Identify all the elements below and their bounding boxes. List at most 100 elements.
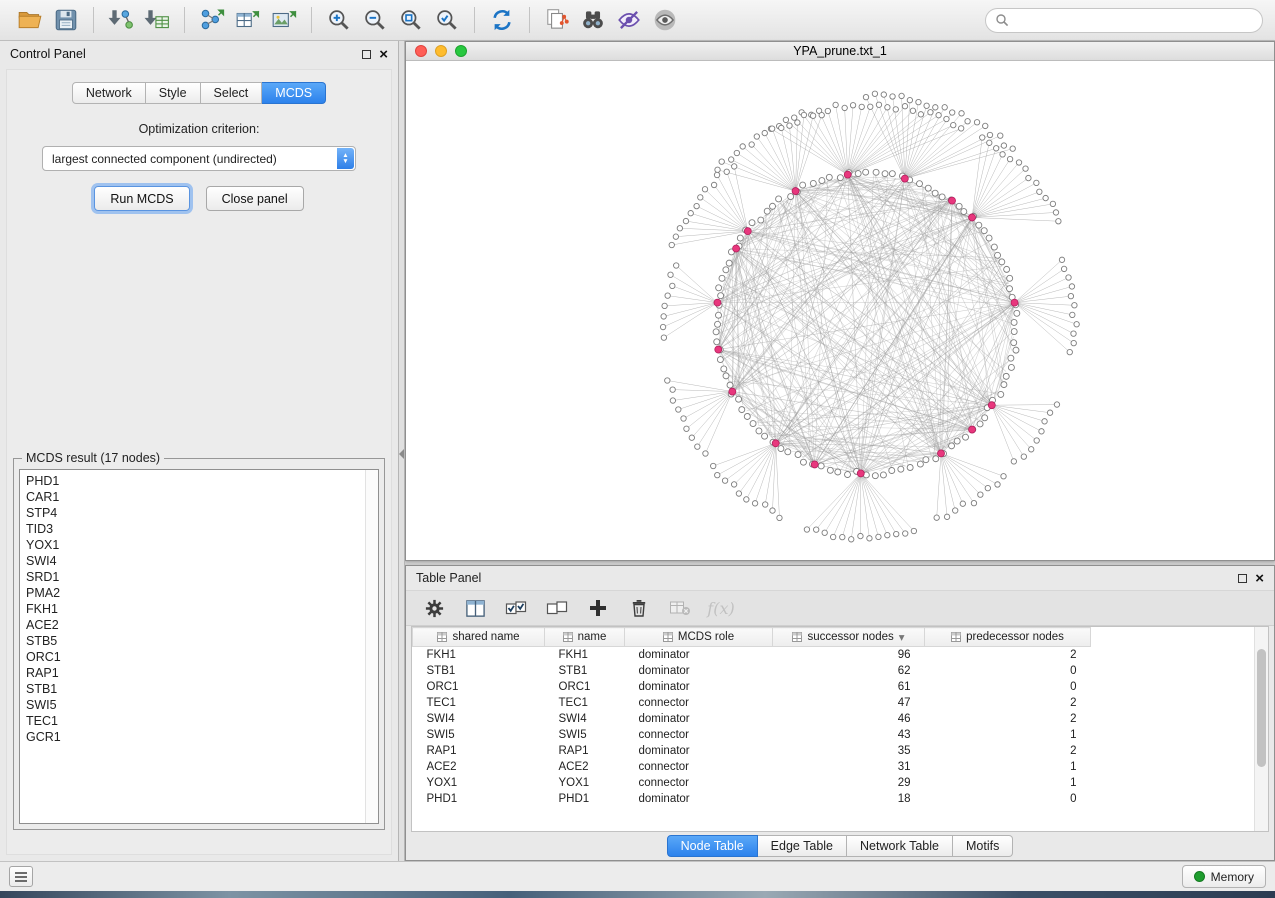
column-menu-icon[interactable]: ▾ [899, 630, 905, 644]
checked-boxes-icon [505, 597, 527, 619]
mcds-list-item[interactable]: SRD1 [26, 569, 365, 585]
tab-edge-table[interactable]: Edge Table [758, 835, 847, 857]
close-panel-button[interactable]: × [379, 47, 388, 62]
import-network-from-file-button[interactable] [103, 4, 139, 36]
mcds-list-item[interactable]: STP4 [26, 505, 365, 521]
main-area: Control Panel × NetworkStyleSelectMCDS O… [0, 41, 1275, 861]
status-menu-button[interactable] [9, 866, 33, 887]
splitter-collapse-icon[interactable] [399, 449, 404, 459]
tab-motifs[interactable]: Motifs [953, 835, 1013, 857]
maximize-window-button[interactable] [455, 45, 467, 57]
tab-style[interactable]: Style [146, 82, 201, 104]
mcds-list-item[interactable]: RAP1 [26, 665, 365, 681]
close-window-button[interactable] [415, 45, 427, 57]
import-table-from-file-button[interactable] [139, 4, 175, 36]
zoom-out-button[interactable] [357, 4, 393, 36]
tab-select[interactable]: Select [201, 82, 263, 104]
network-window-titlebar[interactable]: YPA_prune.txt_1 [406, 42, 1274, 61]
table-cell: dominator [625, 791, 773, 807]
tab-node-table[interactable]: Node Table [667, 835, 758, 857]
mcds-list-item[interactable]: PHD1 [26, 473, 365, 489]
table-row[interactable]: FKH1FKH1dominator962 [413, 647, 1091, 663]
network-canvas[interactable] [406, 61, 1274, 560]
table-row[interactable]: SWI4SWI4dominator462 [413, 711, 1091, 727]
network-graph[interactable] [406, 61, 1274, 560]
select-all-columns-button[interactable] [504, 596, 528, 620]
tab-mcds[interactable]: MCDS [262, 82, 326, 104]
save-session-button[interactable] [48, 4, 84, 36]
table-cell: 2 [925, 695, 1091, 711]
column-header-predecessor-nodes[interactable]: predecessor nodes [925, 628, 1091, 647]
table-row[interactable]: TEC1TEC1connector472 [413, 695, 1091, 711]
memory-status-icon [1194, 871, 1205, 882]
mcds-list-item[interactable]: STB5 [26, 633, 365, 649]
open-session-button[interactable] [12, 4, 48, 36]
import-table-icon [144, 7, 170, 33]
node-table: shared namenameMCDS rolesuccessor nodes▾… [412, 627, 1091, 807]
export-table-button[interactable] [230, 4, 266, 36]
mcds-list-item[interactable]: TEC1 [26, 713, 365, 729]
table-row[interactable]: PHD1PHD1dominator180 [413, 791, 1091, 807]
mcds-list-item[interactable]: SWI5 [26, 697, 365, 713]
export-network-button[interactable] [194, 4, 230, 36]
float-window-button[interactable] [362, 50, 371, 59]
close-table-panel-button[interactable]: × [1255, 571, 1264, 586]
mcds-list-item[interactable]: YOX1 [26, 537, 365, 553]
float-table-panel-button[interactable] [1238, 574, 1247, 583]
right-column: YPA_prune.txt_1 Table Panel × [405, 41, 1275, 861]
column-header-MCDS-role[interactable]: MCDS role [625, 628, 773, 647]
zoom-fit-button[interactable] [393, 4, 429, 36]
table-cell: 0 [925, 679, 1091, 695]
search-binoculars-button[interactable] [575, 4, 611, 36]
column-header-name[interactable]: name [545, 628, 625, 647]
refresh-button[interactable] [484, 4, 520, 36]
mcds-list-item[interactable]: ACE2 [26, 617, 365, 633]
mcds-list-item[interactable]: GCR1 [26, 729, 365, 745]
mcds-result-items: PHD1CAR1STP4TID3YOX1SWI4SRD1PMA2FKH1ACE2… [20, 470, 365, 823]
column-header-successor-nodes[interactable]: successor nodes▾ [773, 628, 925, 647]
gear-icon [424, 598, 445, 619]
optimization-criterion-dropdown[interactable]: largest connected component (undirected)… [42, 146, 356, 171]
panel-splitter[interactable] [399, 41, 405, 861]
mcds-result-group: MCDS result (17 nodes) PHD1CAR1STP4TID3Y… [13, 458, 385, 830]
delete-column-button[interactable] [627, 596, 651, 620]
column-header-shared-name[interactable]: shared name [413, 628, 545, 647]
table-cell: PHD1 [545, 791, 625, 807]
mcds-list-item[interactable]: FKH1 [26, 601, 365, 617]
mcds-list-item[interactable]: PMA2 [26, 585, 365, 601]
tab-network[interactable]: Network [72, 82, 146, 104]
table-scrollbar-thumb[interactable] [1257, 649, 1266, 767]
mcds-list-item[interactable]: CAR1 [26, 489, 365, 505]
create-column-button[interactable] [586, 596, 610, 620]
export-image-button[interactable] [266, 4, 302, 36]
search-input[interactable] [1015, 13, 1253, 27]
column-layout-button[interactable] [463, 596, 487, 620]
hide-graphics-details-button[interactable] [611, 4, 647, 36]
table-row[interactable]: ORC1ORC1dominator610 [413, 679, 1091, 695]
table-scrollbar-track[interactable] [1254, 627, 1268, 831]
tab-network-table[interactable]: Network Table [847, 835, 953, 857]
mcds-list-item[interactable]: SWI4 [26, 553, 365, 569]
run-mcds-button[interactable]: Run MCDS [94, 186, 189, 211]
table-row[interactable]: YOX1YOX1connector291 [413, 775, 1091, 791]
zoom-in-button[interactable] [321, 4, 357, 36]
show-graphics-details-button[interactable] [647, 4, 683, 36]
table-settings-button[interactable] [422, 596, 446, 620]
unselect-all-columns-button[interactable] [545, 596, 569, 620]
table-row[interactable]: STB1STB1dominator620 [413, 663, 1091, 679]
control-panel-header: Control Panel × [0, 41, 398, 67]
clone-network-button[interactable] [539, 4, 575, 36]
zoom-out-icon [362, 7, 388, 33]
memory-button[interactable]: Memory [1182, 865, 1266, 888]
minimize-window-button[interactable] [435, 45, 447, 57]
mcds-list-item[interactable]: TID3 [26, 521, 365, 537]
zoom-selected-button[interactable] [429, 4, 465, 36]
mcds-list-item[interactable]: STB1 [26, 681, 365, 697]
close-panel-button-2[interactable]: Close panel [206, 186, 304, 211]
mcds-list-scrollbar[interactable] [365, 470, 378, 823]
mcds-list-item[interactable]: ORC1 [26, 649, 365, 665]
table-row[interactable]: ACE2ACE2connector311 [413, 759, 1091, 775]
search-box[interactable] [985, 8, 1263, 33]
table-row[interactable]: RAP1RAP1dominator352 [413, 743, 1091, 759]
table-row[interactable]: SWI5SWI5connector431 [413, 727, 1091, 743]
